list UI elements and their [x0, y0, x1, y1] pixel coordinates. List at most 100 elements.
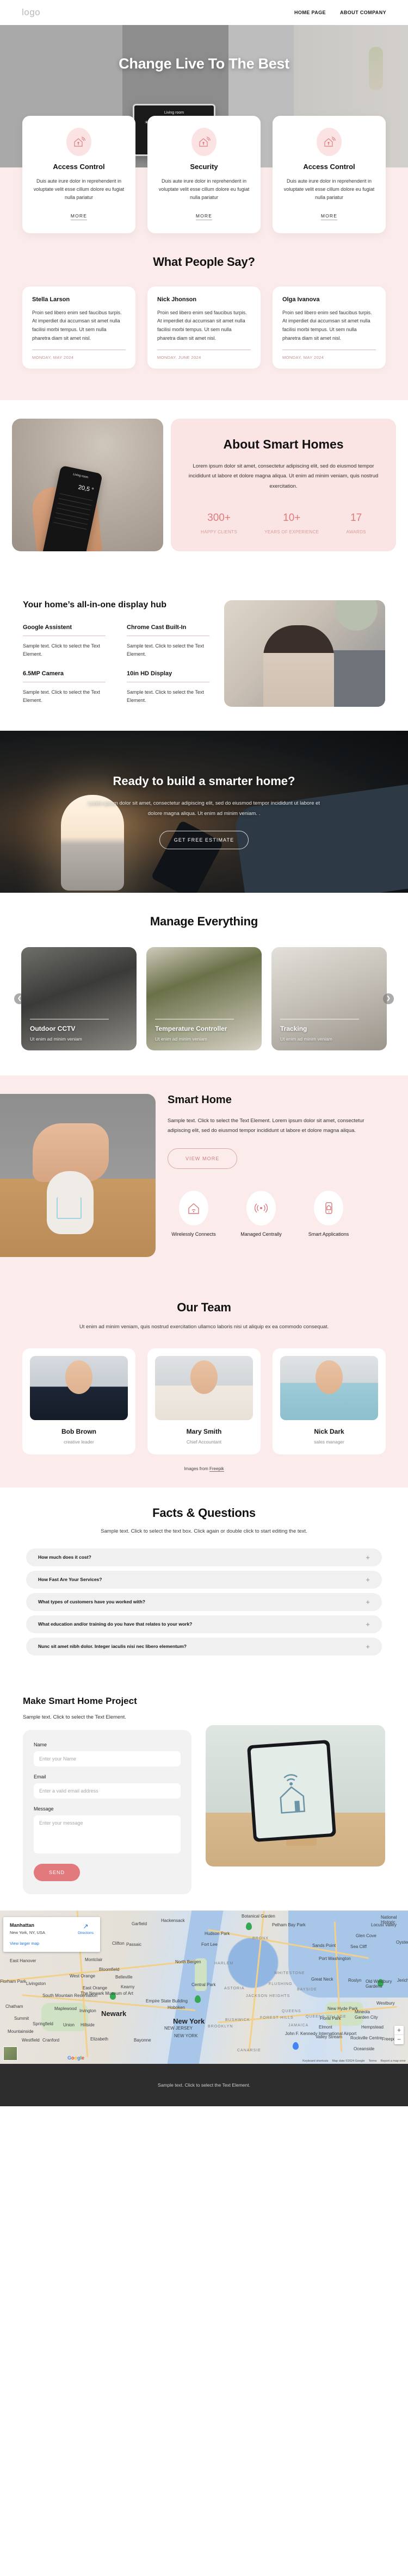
- manage-card[interactable]: Temperature Controller Ut enim ad minim …: [146, 947, 262, 1050]
- testimonial-text: Proin sed libero enim sed faucibus turpi…: [282, 309, 372, 341]
- faq-question: Nunc sit amet nibh dolor. Integer iaculi…: [38, 1644, 187, 1650]
- map-section[interactable]: Manhattan New York, NY, USA View larger …: [0, 1910, 408, 2064]
- faq-item[interactable]: How much does it cost? +: [26, 1548, 382, 1566]
- zoom-in-button[interactable]: +: [394, 2026, 404, 2035]
- terms-link[interactable]: Terms: [369, 2059, 377, 2063]
- smart-home-wifi-icon: [317, 128, 342, 156]
- feature-card-title: Access Control: [303, 163, 355, 171]
- plus-icon[interactable]: +: [366, 1598, 370, 1606]
- view-larger-map-link[interactable]: View larger map: [10, 1941, 94, 1946]
- manage-title: Manage Everything: [150, 914, 258, 928]
- map-label: John F. Kennedy International Airport: [285, 2031, 357, 2036]
- feature-card-more-link[interactable]: MORE: [70, 213, 88, 220]
- map-label: Cranford: [42, 2037, 60, 2043]
- directions-button[interactable]: ↗ Directions: [78, 1922, 94, 1935]
- site-footer: Sample text. Click to select the Text El…: [0, 2063, 408, 2106]
- map-label: Jericho: [397, 1977, 408, 1983]
- map-label: Sea Cliff: [350, 1944, 367, 1949]
- manage-card[interactable]: Tracking Ut enim ad minim veniam: [271, 947, 387, 1050]
- faq-subtitle: Sample text. Click to select the text bo…: [101, 1528, 307, 1534]
- map-label: Passaic: [126, 1942, 142, 1947]
- map-label: Garden City: [355, 2014, 378, 2020]
- image-credit-prefix: Images from: [184, 1466, 209, 1471]
- send-button[interactable]: SEND: [34, 1863, 81, 1881]
- chevron-right-icon[interactable]: ❯: [383, 993, 394, 1004]
- feature-card-more-link[interactable]: MORE: [195, 213, 213, 220]
- map-zoom-controls[interactable]: + −: [394, 2025, 404, 2044]
- smart-home-feature: Managed Centrally: [235, 1190, 287, 1239]
- map-label: NEW JERSEY: [164, 2025, 193, 2031]
- testimonial-name: Olga Ivanova: [282, 296, 320, 303]
- get-free-estimate-button[interactable]: GET FREE ESTIMATE: [159, 830, 249, 849]
- hub-feature: 10in HD Display Sample text. Click to se…: [127, 670, 211, 705]
- view-more-button[interactable]: VIEW MORE: [168, 1148, 238, 1169]
- plus-icon[interactable]: +: [366, 1576, 370, 1583]
- map-label: Oyster: [396, 1939, 408, 1945]
- person-photo: [263, 625, 334, 707]
- feature-card-more-link[interactable]: MORE: [320, 213, 338, 220]
- map-label: Bayonne: [134, 2037, 151, 2043]
- map-label: Rockville Centre: [350, 2035, 382, 2040]
- feature-card: Access Control Duis aute irure dolor in …: [22, 116, 135, 233]
- manage-card[interactable]: Outdoor CCTV Ut enim ad minim veniam: [21, 947, 137, 1050]
- map-label: CANARSIE: [237, 2048, 261, 2052]
- plus-icon[interactable]: +: [366, 1621, 370, 1628]
- team-member-name: Nick Dark: [314, 1427, 344, 1435]
- testimonial-name: Nick Jhonson: [157, 296, 197, 303]
- map-label: Central Park: [191, 1982, 216, 1987]
- hub-title: Your home’s all-in-one display hub: [23, 600, 167, 609]
- map-label: FOREST HILLS: [260, 2015, 294, 2020]
- map-label: Botanical Garden: [242, 1913, 275, 1919]
- map-label: BUSHWICK: [225, 2018, 250, 2022]
- stat-label: HAPPY CLIENTS: [201, 530, 238, 535]
- faq-item[interactable]: What education and/or training do you ha…: [26, 1615, 382, 1633]
- logo[interactable]: logo: [22, 7, 40, 18]
- report-map-error-link[interactable]: Report a map error: [381, 2059, 406, 2063]
- feature-cards-row: Access Control Duis aute irure dolor in …: [0, 116, 408, 233]
- map-label: WHITESTONE: [274, 1971, 305, 1975]
- feature-card-title: Security: [190, 163, 218, 171]
- nav-item-home-page[interactable]: HOME PAGE: [294, 10, 326, 15]
- map-label: Floral Park: [320, 2015, 341, 2021]
- plus-icon[interactable]: +: [366, 1554, 370, 1561]
- map-label: North Bergen: [175, 1959, 201, 1964]
- freepik-link[interactable]: Freepik: [209, 1466, 224, 1472]
- stat-number: 10+: [283, 512, 301, 524]
- feature-card: Security Duis aute irure dolor in repreh…: [147, 116, 261, 233]
- footer-text: Sample text. Click to select the Text El…: [158, 2082, 250, 2088]
- map-label: JACKSON HEIGHTS: [246, 1994, 290, 1998]
- about-stats: 300+ HAPPY CLIENTS 10+ YEARS OF EXPERIEN…: [187, 512, 380, 536]
- message-input[interactable]: [34, 1815, 181, 1853]
- faq-item[interactable]: How Fast Are Your Services? +: [26, 1570, 382, 1589]
- name-input[interactable]: [34, 1751, 181, 1766]
- map-label: East Orange: [83, 1985, 107, 1990]
- contact-form: Name Email Message SEND: [23, 1729, 191, 1894]
- map-label: Elmont: [319, 2024, 332, 2030]
- keyboard-shortcuts-link[interactable]: Keyboard shortcuts: [302, 2059, 328, 2063]
- email-label: Email: [34, 1774, 46, 1779]
- zoom-out-button[interactable]: −: [394, 2035, 404, 2044]
- feature-label: Smart Applications: [308, 1231, 349, 1237]
- map-pin: [293, 2042, 299, 2050]
- message-field-group: Message: [34, 1806, 181, 1856]
- map-label: Great Neck: [311, 1976, 333, 1982]
- site-header: logo HOME PAGE ABOUT COMPANY: [0, 0, 408, 25]
- mirror-decoration: [335, 600, 378, 631]
- map-label: Empire State Building: [146, 1998, 188, 2003]
- faq-item[interactable]: What types of customers have you worked …: [26, 1592, 382, 1611]
- nav-item-about-company[interactable]: ABOUT COMPANY: [340, 10, 386, 15]
- faq-item[interactable]: Nunc sit amet nibh dolor. Integer iaculi…: [26, 1637, 382, 1656]
- map-label: Oceanside: [354, 2046, 375, 2051]
- plus-icon[interactable]: +: [366, 1643, 370, 1650]
- cta-section: Ready to build a smarter home? Lorem ips…: [0, 730, 408, 893]
- map-attribution: Keyboard shortcuts Map data ©2024 Google…: [302, 2059, 406, 2063]
- map-label: Roslyn: [348, 1977, 362, 1983]
- street-view-thumbnail[interactable]: [3, 2046, 17, 2061]
- team-section: Our Team Ut enim ad minim veniam, quis n…: [0, 1280, 408, 1488]
- map-label: Fort Lee: [201, 1942, 218, 1947]
- testimonial-date: MONDAY, MAY 2024: [32, 354, 74, 360]
- feature-cards-band: Access Control Duis aute irure dolor in …: [0, 116, 408, 400]
- testimonial-text: Proin sed libero enim sed faucibus turpi…: [32, 309, 122, 341]
- team-member-card: Nick Dark sales manager: [273, 1348, 386, 1454]
- email-input[interactable]: [34, 1783, 181, 1799]
